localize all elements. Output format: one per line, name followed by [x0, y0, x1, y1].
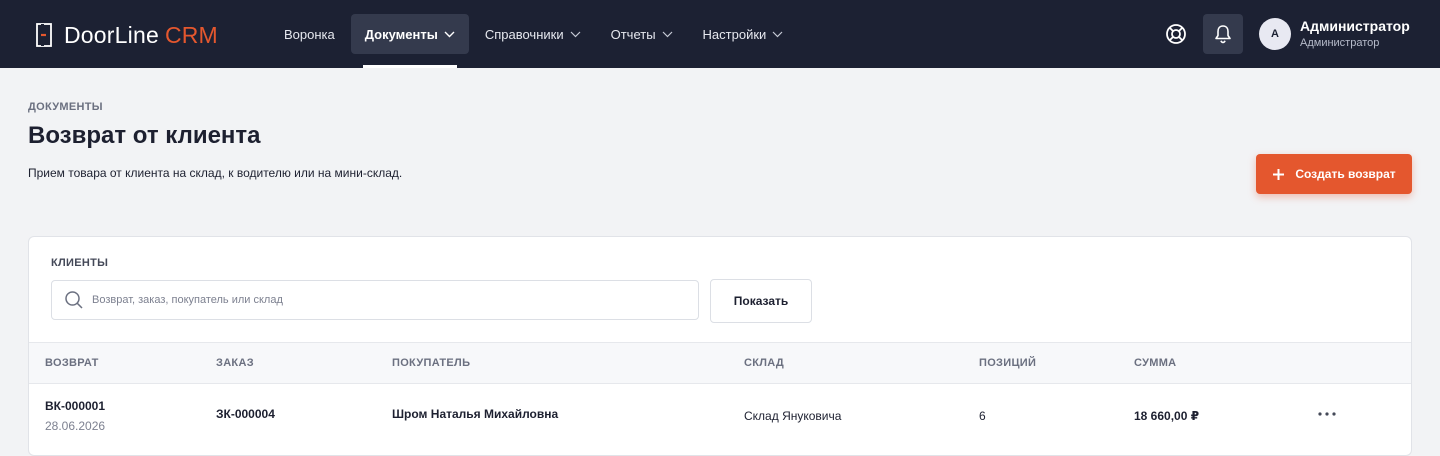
more-horizontal-icon	[1318, 412, 1336, 416]
user-name[interactable]: Администратор	[1300, 18, 1410, 34]
filter-label: КЛИЕНТЫ	[51, 257, 109, 269]
positions-count: 6	[979, 409, 986, 423]
column-header-positions[interactable]: ПОЗИЦИЙ	[979, 357, 1036, 369]
chevron-down-icon	[772, 31, 783, 37]
page-title: Возврат от клиента	[28, 122, 261, 149]
search-icon	[64, 290, 84, 310]
user-role: Администратор	[1300, 37, 1380, 49]
nav-item-funnel[interactable]: Воронка	[270, 14, 349, 54]
return-number[interactable]: ВК-000001	[45, 399, 105, 413]
customer-name[interactable]: Шром Наталья Михайловна	[392, 407, 558, 421]
nav-item-label: Справочники	[484, 26, 564, 42]
column-header-sum[interactable]: СУММА	[1134, 357, 1176, 369]
nav-item-label: Воронка	[284, 26, 335, 42]
page-description: Прием товара от клиента на склад, к води…	[28, 166, 403, 180]
column-header-warehouse[interactable]: СКЛАД	[744, 357, 784, 369]
notifications-button[interactable]	[1203, 14, 1243, 54]
door-logo-icon	[36, 23, 52, 47]
column-header-return[interactable]: ВОЗВРАТ	[45, 357, 99, 369]
row-actions-button[interactable]	[1312, 404, 1342, 424]
brand-logo[interactable]: DoorLine CRM	[36, 22, 218, 48]
main-nav: Воронка Документы Справочники Отчеты Нас…	[270, 14, 799, 68]
column-header-order[interactable]: ЗАКАЗ	[216, 357, 254, 369]
breadcrumb[interactable]: ДОКУМЕНТЫ	[28, 101, 103, 113]
search-input[interactable]	[92, 294, 682, 306]
returns-card: КЛИЕНТЫ Показать ВОЗВРАТ ЗАКАЗ ПОКУПАТЕЛ…	[28, 236, 1412, 456]
help-button[interactable]	[1157, 14, 1195, 54]
create-return-button[interactable]: Создать возврат	[1256, 154, 1412, 194]
return-date: 28.06.2026	[45, 419, 106, 433]
nav-item-reports[interactable]: Отчеты	[597, 14, 687, 54]
lifebuoy-icon	[1166, 24, 1186, 44]
show-button[interactable]: Показать	[710, 279, 812, 323]
nav-item-documents[interactable]: Документы	[350, 14, 469, 68]
nav-item-label: Документы	[364, 26, 438, 42]
chevron-down-icon	[570, 31, 581, 37]
avatar[interactable]: А	[1259, 18, 1291, 50]
search-box[interactable]	[51, 280, 699, 320]
top-navigation-bar: DoorLine CRM Воронка Документы Справочник…	[0, 0, 1440, 68]
create-return-label: Создать возврат	[1295, 167, 1396, 181]
nav-item-settings[interactable]: Настройки	[689, 14, 798, 54]
active-tab-indicator	[362, 65, 457, 68]
return-sum: 18 660,00 ₽	[1134, 409, 1200, 423]
chevron-down-icon	[444, 31, 455, 37]
nav-item-references[interactable]: Справочники	[471, 14, 595, 54]
nav-item-label: Настройки	[702, 26, 767, 42]
chevron-down-icon	[662, 31, 672, 37]
column-header-customer[interactable]: ПОКУПАТЕЛЬ	[392, 357, 470, 369]
nav-item-label: Отчеты	[610, 26, 656, 42]
brand-name: DoorLine CRM	[64, 21, 218, 48]
plus-icon	[1273, 168, 1285, 180]
warehouse-name: Склад Януковича	[744, 409, 842, 423]
table-header: ВОЗВРАТ ЗАКАЗ ПОКУПАТЕЛЬ СКЛАД ПОЗИЦИЙ С…	[29, 342, 1411, 384]
table-row[interactable]: ВК-000001 28.06.2026 ЗК-000004 Шром Ната…	[29, 384, 1411, 444]
bell-icon	[1215, 25, 1231, 44]
order-number[interactable]: ЗК-000004	[216, 407, 275, 421]
